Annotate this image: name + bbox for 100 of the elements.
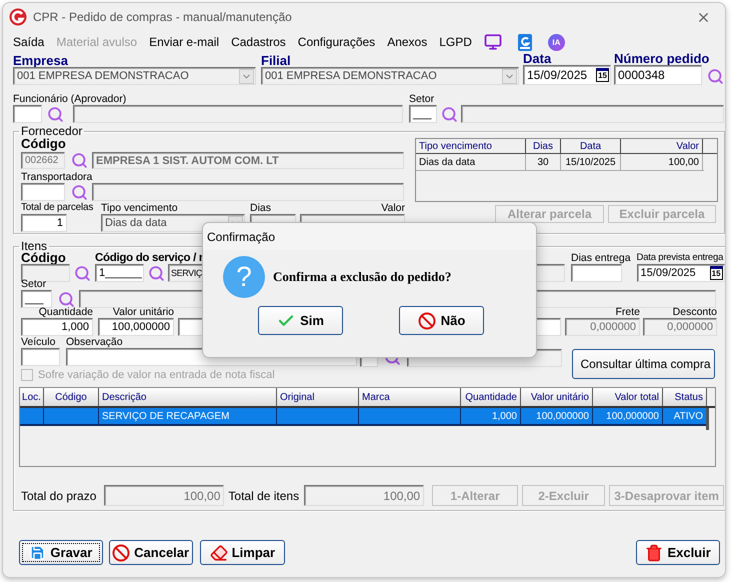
search-icon[interactable] bbox=[441, 106, 458, 122]
term-total-field: 100,00 bbox=[104, 485, 224, 506]
menu-item[interactable]: LGPD bbox=[439, 35, 476, 49]
field-label: Valor bbox=[381, 202, 405, 214]
floppy-icon bbox=[29, 544, 46, 561]
vehicle-field[interactable] bbox=[21, 348, 60, 366]
table-cell: 30 bbox=[526, 154, 561, 170]
cancel-button[interactable]: Cancelar bbox=[108, 540, 192, 565]
field-label: Veículo bbox=[21, 336, 56, 348]
search-icon[interactable] bbox=[707, 68, 724, 85]
field-label: Setor bbox=[409, 93, 434, 105]
unit-price-field[interactable]: 100,000000 bbox=[98, 318, 174, 336]
branch-dropdown[interactable]: 001 EMPRESA DEMONSTRACAO bbox=[261, 67, 519, 85]
dialog-message: Confirma a exclusão do pedido? bbox=[273, 269, 452, 285]
search-icon[interactable] bbox=[74, 265, 91, 282]
order-number-field[interactable]: 0000348 bbox=[614, 65, 702, 85]
field-label: Valor unitário bbox=[112, 306, 174, 318]
menu-item[interactable]: Enviar e-mail bbox=[149, 35, 224, 49]
column-header[interactable]: Código bbox=[44, 388, 99, 406]
total-label: Total de itens bbox=[228, 488, 300, 502]
field-label: Total de parcelas bbox=[21, 202, 94, 214]
menu-item[interactable]: Anexos bbox=[387, 35, 432, 49]
column-header: Valor bbox=[621, 139, 703, 153]
column-header[interactable]: Marca bbox=[359, 388, 461, 406]
caret-icon bbox=[502, 68, 517, 84]
field-label: Desconto bbox=[672, 306, 717, 318]
carrier-code-field[interactable] bbox=[21, 183, 65, 201]
column-header: Tipo vencimento bbox=[416, 139, 526, 153]
table-cell: 100,00 bbox=[621, 154, 703, 170]
clear-button[interactable]: Limpar bbox=[200, 540, 286, 565]
column-header[interactable]: Valor total bbox=[593, 388, 663, 406]
search-icon[interactable] bbox=[71, 152, 88, 169]
window-title: CPR - Pedido de compras - manual/manutenção bbox=[33, 10, 293, 24]
delivery-days-field[interactable] bbox=[571, 264, 622, 282]
menu-item[interactable]: Cadastros bbox=[231, 35, 290, 49]
calendar-button[interactable]: 15 bbox=[710, 266, 723, 280]
group-title: Itens bbox=[20, 239, 48, 253]
logo-icon bbox=[9, 8, 27, 26]
last-purchase-button[interactable]: Consultar última compra bbox=[572, 349, 715, 379]
delete-button[interactable]: Excluir bbox=[636, 540, 720, 565]
group-title: Fornecedor bbox=[20, 124, 84, 138]
field-label: Filial bbox=[261, 55, 291, 67]
field-label: Data bbox=[523, 53, 552, 65]
sector-field[interactable]: ___ bbox=[21, 290, 52, 308]
field-label: Transportadora bbox=[21, 171, 92, 183]
yes-button[interactable]: Sim bbox=[258, 306, 343, 335]
discount-field: 0,000000 bbox=[643, 318, 717, 336]
field-label: Código bbox=[21, 252, 66, 264]
column-header[interactable]: Original bbox=[277, 388, 359, 406]
save-button[interactable]: Gravar bbox=[19, 540, 103, 565]
book-icon[interactable] bbox=[518, 34, 532, 50]
supplier-name-field: EMPRESA 1 SIST. AUTOM COM. LT bbox=[92, 152, 404, 169]
field-label: Observação bbox=[66, 336, 123, 348]
search-icon[interactable] bbox=[58, 291, 75, 308]
table-cell: 100,000000 bbox=[593, 408, 663, 424]
prohibited-icon bbox=[418, 312, 436, 330]
table-row[interactable]: SERVIÇO DE RECAPAGEM 1,000 100,000000 100,000000 ATIVO bbox=[20, 408, 707, 426]
checkbox-label: Sofre variação de valor na entrada de nota fiscal bbox=[38, 369, 275, 381]
calendar-button[interactable]: 15 bbox=[596, 68, 609, 82]
freight-field: 0,000000 bbox=[565, 318, 640, 336]
column-header[interactable]: Descrição bbox=[99, 388, 277, 406]
search-icon[interactable] bbox=[47, 106, 64, 122]
question-icon: ? bbox=[223, 256, 265, 298]
company-dropdown[interactable]: 001 EMPRESA DEMONSTRACAO bbox=[13, 67, 256, 85]
column-header[interactable]: Quantidade bbox=[461, 388, 521, 406]
table-cell: Dias da data bbox=[416, 154, 526, 170]
items-total-field: 100,00 bbox=[304, 485, 424, 506]
date-field[interactable]: 15/09/2025 15 bbox=[523, 65, 611, 85]
delivery-date-field[interactable]: 15/09/2025 15 bbox=[636, 264, 725, 282]
column-header[interactable]: Valor unitário bbox=[521, 388, 593, 406]
quantity-field[interactable]: 1,000 bbox=[21, 318, 93, 336]
column-header[interactable]: Loc. bbox=[20, 388, 44, 406]
menu-item[interactable]: Configurações bbox=[298, 35, 380, 49]
service-code-field[interactable]: 1______ bbox=[95, 264, 144, 282]
sector-field[interactable]: ___ bbox=[409, 105, 437, 123]
caret-icon bbox=[239, 68, 254, 84]
field-label: Dias bbox=[250, 202, 272, 214]
supplier-code-field[interactable]: 002662 bbox=[21, 152, 65, 169]
search-icon[interactable] bbox=[71, 184, 88, 200]
field-label: Data prevista entrega bbox=[636, 252, 724, 264]
field-label: Setor bbox=[21, 278, 46, 290]
field-label: Tipo vencimento bbox=[101, 202, 178, 214]
scrollbar[interactable] bbox=[706, 408, 709, 430]
menu-item[interactable]: Saída bbox=[13, 35, 48, 49]
field-label: Frete bbox=[615, 306, 640, 318]
dialog-title: Confirmação bbox=[207, 230, 276, 244]
installments-field[interactable]: 1 bbox=[21, 214, 67, 232]
field-label: Empresa bbox=[13, 55, 68, 67]
trash-icon bbox=[645, 544, 664, 562]
search-icon[interactable] bbox=[148, 264, 165, 282]
field-label: Funcionário (Aprovador) bbox=[13, 93, 126, 105]
eraser-icon bbox=[210, 544, 228, 562]
ai-badge[interactable]: IA bbox=[548, 34, 565, 50]
column-header: Dias bbox=[526, 139, 561, 153]
column-header[interactable]: Status bbox=[663, 388, 707, 406]
field-label: Dias entrega bbox=[571, 252, 631, 264]
employee-code-field[interactable] bbox=[13, 105, 42, 123]
no-button[interactable]: Não bbox=[399, 306, 484, 335]
field-label: Quantidade bbox=[38, 306, 93, 318]
monitor-icon[interactable] bbox=[484, 33, 502, 51]
